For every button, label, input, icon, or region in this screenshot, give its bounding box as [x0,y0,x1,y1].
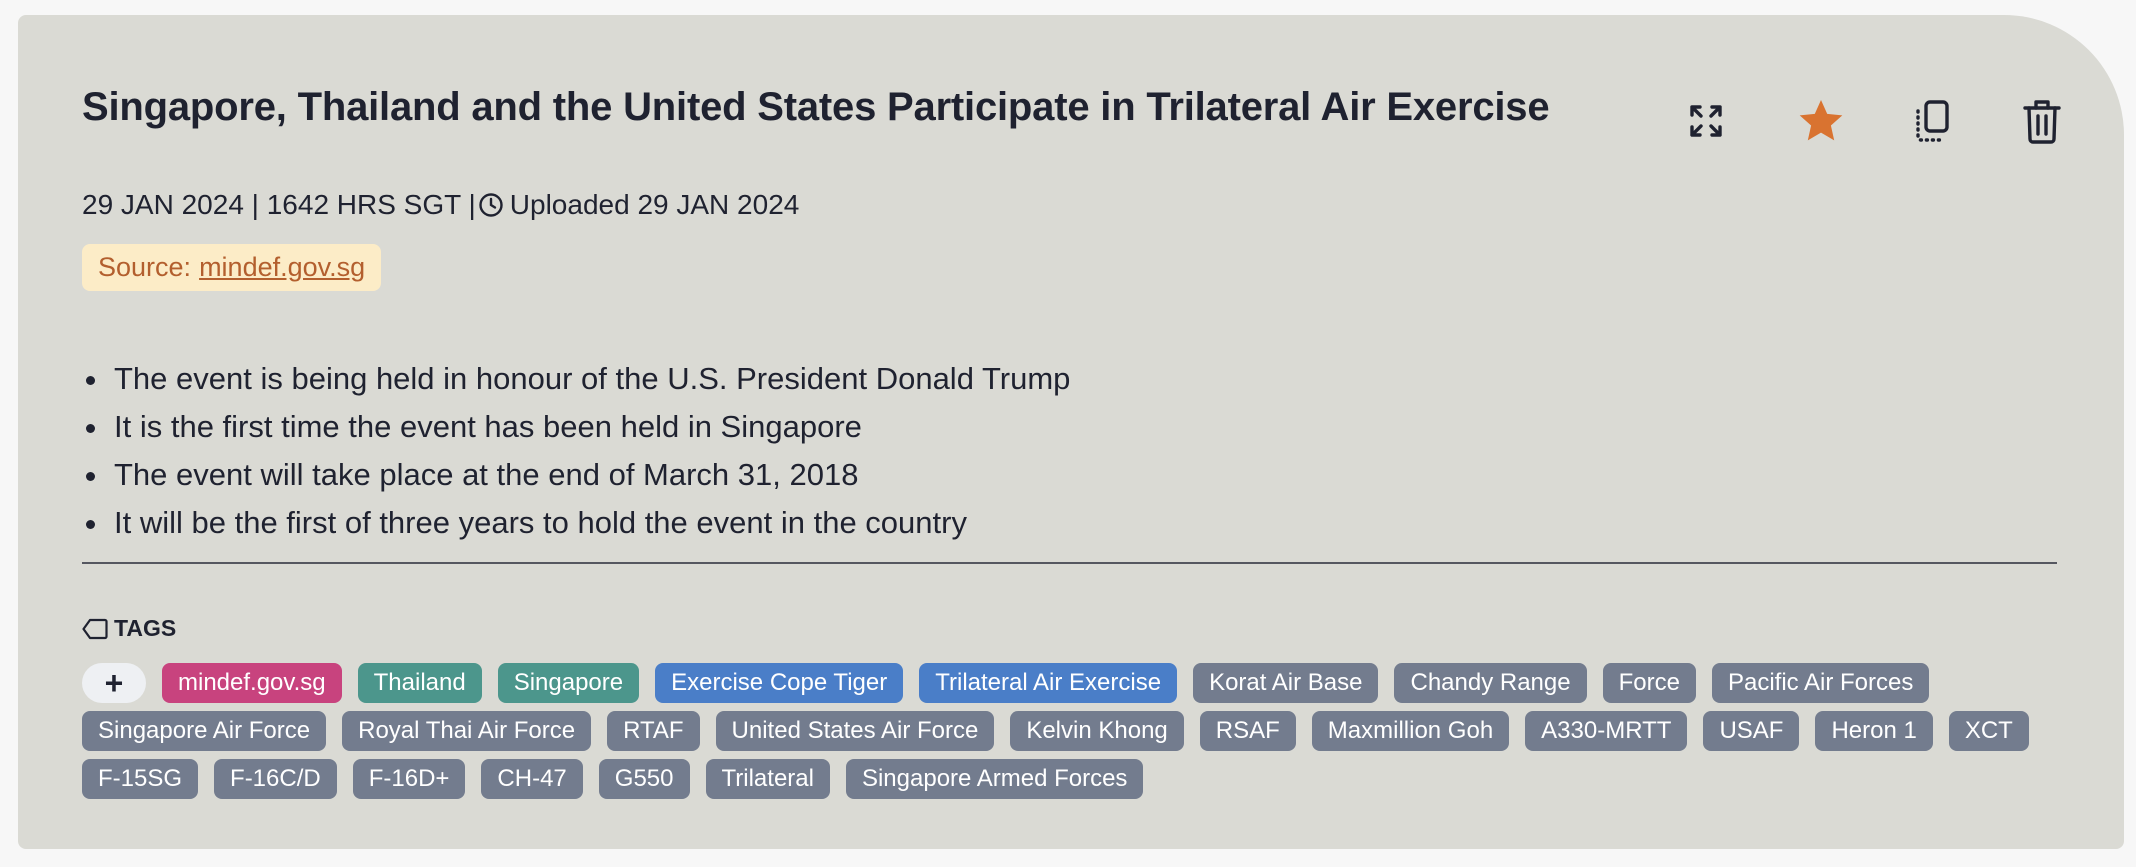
summary-item: The event will take place at the end of … [82,451,1070,499]
source-label: Source: [98,252,192,282]
tag-list: + mindef.gov.sg Thailand Singapore Exercise… [82,663,2072,799]
article-title: Singapore, Thailand and the United State… [82,85,1550,129]
summary-item: It is the first time the event has been … [82,403,1070,451]
tag-chip[interactable]: Singapore Air Force [82,711,327,751]
star-icon [1799,100,1843,141]
tag-chip[interactable]: Force [1602,663,1696,703]
article-card: Singapore, Thailand and the United State… [18,15,2124,849]
divider [82,562,2057,564]
tag-chip[interactable]: Pacific Air Forces [1711,663,1930,703]
tag-chip[interactable]: United States Air Force [715,711,995,751]
tag-chip[interactable]: F-16D+ [352,759,466,799]
copy-icon [1916,100,1949,142]
summary-list: The event is being held in honour of the… [82,355,1070,547]
article-meta: 29 JAN 2024 | 1642 HRS SGT | Uploaded 29… [82,189,799,221]
tag-chip[interactable]: Exercise Cope Tiger [655,663,904,703]
tag-chip[interactable]: USAF [1703,711,1800,751]
upload-date: Uploaded 29 JAN 2024 [509,189,800,220]
tag-chip[interactable]: Heron 1 [1815,711,1933,751]
summary-item: It will be the first of three years to h… [82,499,1070,547]
article-date: 29 JAN 2024 | 1642 HRS SGT | [82,189,476,220]
tag-chip[interactable]: Trilateral [705,759,830,799]
tag-chip[interactable]: CH-47 [481,759,583,799]
delete-button[interactable] [2014,93,2070,149]
summary-item: The event is being held in honour of the… [82,355,1070,403]
tag-chip[interactable]: mindef.gov.sg [162,663,342,703]
source-link[interactable]: mindef.gov.sg [199,252,365,283]
tag-chip[interactable]: Thailand [357,663,482,703]
tag-chip[interactable]: Kelvin Khong [1010,711,1184,751]
tag-chip[interactable]: RTAF [607,711,700,751]
favorite-button[interactable] [1793,93,1849,149]
tag-chip[interactable]: Singapore [497,663,640,703]
copy-button[interactable] [1904,93,1960,149]
tag-chip[interactable]: G550 [598,759,690,799]
tag-icon [82,618,108,639]
trash-icon [2023,100,2061,144]
add-tag-button[interactable]: + [82,663,146,703]
tag-chip[interactable]: Maxmillion Goh [1311,711,1510,751]
clock-icon [479,193,503,217]
tag-chip[interactable]: A330-MRTT [1525,711,1688,751]
tag-chip[interactable]: RSAF [1199,711,1296,751]
tag-chip[interactable]: Chandy Range [1394,663,1587,703]
tag-chip[interactable]: F-16C/D [214,759,337,799]
tag-chip[interactable]: Trilateral Air Exercise [919,663,1178,703]
tag-chip[interactable]: Korat Air Base [1193,663,1379,703]
source-badge: Source: mindef.gov.sg [82,244,382,291]
tag-chip[interactable]: XCT [1948,711,2029,751]
tag-chip[interactable]: Royal Thai Air Force [342,711,592,751]
tag-chip[interactable]: Singapore Armed Forces [845,759,1144,799]
tags-heading: TAGS [82,615,176,642]
article-actions [1658,93,2078,153]
expand-button[interactable] [1678,93,1734,149]
tag-chip[interactable]: F-15SG [82,759,199,799]
expand-icon [1690,105,1722,137]
tags-heading-label: TAGS [114,615,177,641]
